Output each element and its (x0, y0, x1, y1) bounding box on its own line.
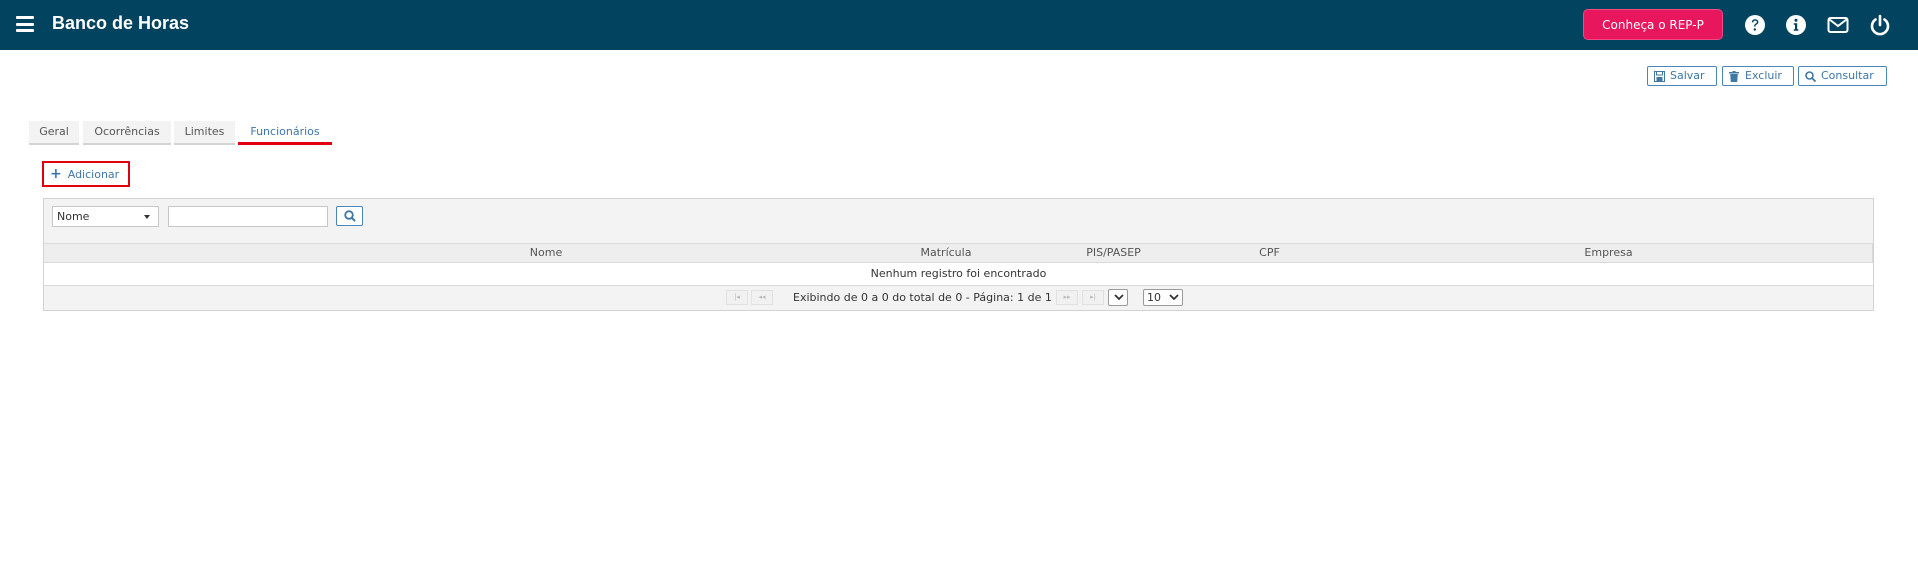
page-size-value: 10 (1147, 291, 1161, 304)
save-button[interactable]: Salvar (1647, 66, 1717, 86)
column-header-empresa[interactable]: Empresa (1345, 243, 1873, 263)
query-label: Consultar (1821, 69, 1874, 82)
pager: |◂ ◂◂ Exibindo de 0 a 0 do total de 0 - … (44, 285, 1873, 310)
delete-label: Excluir (1745, 69, 1782, 82)
rep-p-promo-button[interactable]: Conheça o REP-P (1583, 9, 1723, 40)
first-page-icon[interactable]: |◂ (726, 290, 748, 305)
column-header-matricula[interactable]: Matrícula (859, 243, 1034, 263)
chevron-down-icon (1169, 294, 1179, 301)
search-button[interactable] (336, 206, 363, 226)
query-button[interactable]: Consultar (1798, 66, 1887, 86)
page-size-select[interactable]: 10 (1143, 289, 1183, 306)
plus-icon: + (50, 166, 62, 182)
search-icon (1805, 71, 1816, 82)
column-header-pis-pasep[interactable]: PIS/PASEP (1033, 243, 1195, 263)
search-input[interactable] (168, 206, 328, 227)
save-icon (1654, 71, 1665, 82)
tab-ocorrencias[interactable]: Ocorrências (83, 121, 171, 145)
add-label: Adicionar (67, 168, 120, 181)
column-header-select[interactable] (44, 243, 234, 263)
top-bar: Banco de Horas Conheça o REP-P (0, 0, 1918, 50)
tab-funcionarios[interactable]: Funcionários (238, 121, 332, 145)
add-button[interactable]: + Adicionar (50, 167, 119, 182)
filter-field-select[interactable]: Nome (52, 206, 159, 227)
menu-icon[interactable] (16, 16, 34, 32)
next-page-icon[interactable]: ▸▸ (1056, 290, 1078, 305)
tab-limites[interactable]: Limites (174, 121, 235, 145)
save-label: Salvar (1670, 69, 1705, 82)
tab-geral[interactable]: Geral (29, 121, 79, 145)
caret-down-icon (144, 215, 150, 219)
page-select[interactable] (1108, 289, 1128, 306)
search-icon (344, 210, 356, 222)
prev-page-icon[interactable]: ◂◂ (751, 290, 773, 305)
delete-button[interactable]: Excluir (1722, 66, 1794, 86)
page-title: Banco de Horas (52, 13, 190, 33)
employees-grid: Nome Nome Matrícula PIS/PASEP CPF Empres… (43, 198, 1874, 311)
info-icon[interactable] (1785, 14, 1807, 36)
column-header-nome[interactable]: Nome (233, 243, 860, 263)
pager-status: Exibindo de 0 a 0 do total de 0 - Página… (793, 291, 1052, 304)
column-header-cpf[interactable]: CPF (1194, 243, 1346, 263)
trash-icon (1729, 71, 1739, 82)
empty-message: Nenhum registro foi encontrado (44, 263, 1873, 285)
last-page-icon[interactable]: ▸| (1082, 290, 1104, 305)
chevron-down-icon (1114, 294, 1124, 301)
help-icon[interactable] (1744, 14, 1766, 36)
power-icon[interactable] (1869, 14, 1891, 36)
mail-icon[interactable] (1827, 14, 1849, 36)
filter-field-value: Nome (57, 210, 90, 223)
